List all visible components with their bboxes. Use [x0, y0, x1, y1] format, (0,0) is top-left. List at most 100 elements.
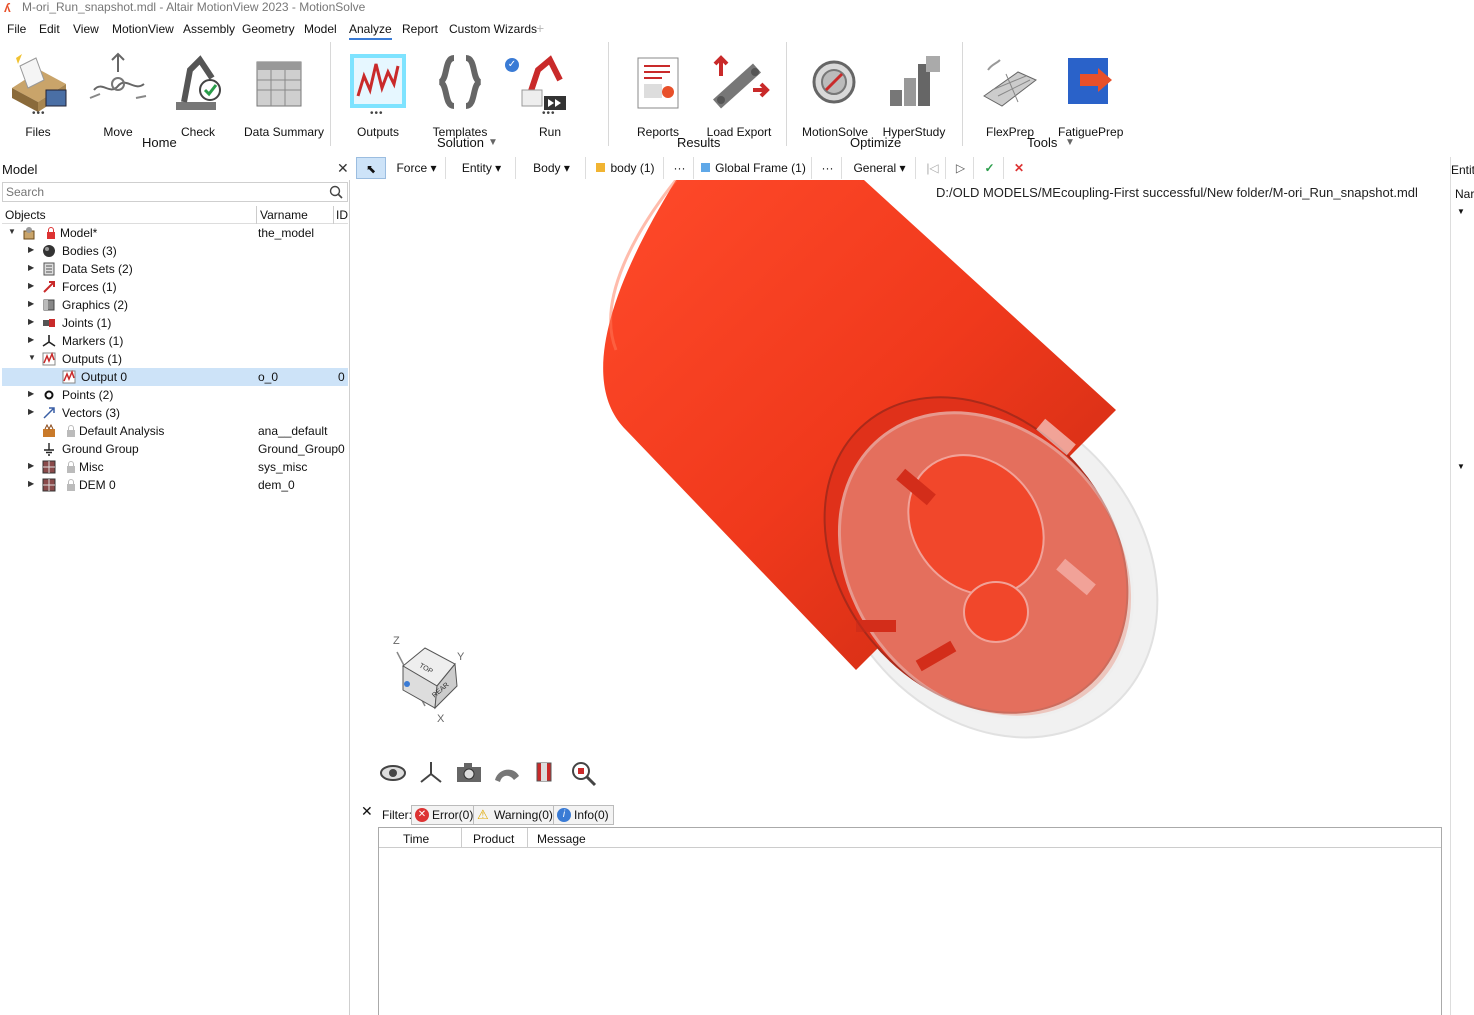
- tree-label: Markers (1): [62, 334, 124, 348]
- search-input[interactable]: [3, 183, 323, 201]
- menu-view[interactable]: View: [73, 22, 99, 36]
- section-cut-icon[interactable]: [492, 758, 522, 788]
- error-filter-button[interactable]: ✕ Error(0): [411, 805, 479, 825]
- tree-label: Model*: [60, 226, 98, 240]
- menu-motionview[interactable]: MotionView: [112, 22, 174, 36]
- expand-icon[interactable]: ▶: [28, 317, 34, 326]
- play-icon[interactable]: ▷: [948, 157, 974, 179]
- hyperstudy-tool[interactable]: HyperStudy: [882, 50, 946, 139]
- camera-icon[interactable]: [454, 758, 484, 788]
- tree-row-joints[interactable]: ▶ Joints (1): [2, 314, 348, 332]
- tree-row-outputs[interactable]: ▼ Outputs (1): [2, 350, 348, 368]
- fatigueprep-tool[interactable]: FatiguePrep: [1058, 50, 1123, 139]
- cancel-x-icon[interactable]: ✕: [1006, 157, 1032, 179]
- group-results-label: Results: [677, 135, 721, 150]
- tree-row-bodies[interactable]: ▶ Bodies (3): [2, 242, 348, 260]
- collapse-icon[interactable]: ▼: [1457, 462, 1465, 471]
- panel-splitter[interactable]: [349, 180, 350, 1015]
- tree-label: DEM 0: [79, 478, 116, 492]
- point-icon: [44, 390, 54, 400]
- expand-icon[interactable]: ▶: [28, 389, 34, 398]
- tree-row-datasets[interactable]: ▶ Data Sets (2): [2, 260, 348, 278]
- model-search: [2, 182, 348, 202]
- view-cube[interactable]: Z Y X TOP REAR: [385, 628, 475, 728]
- info-filter-button[interactable]: i Info(0): [553, 805, 614, 825]
- expand-icon[interactable]: ▶: [28, 479, 34, 488]
- templates-tool[interactable]: Templates: [428, 50, 492, 139]
- menu-custom-wizards[interactable]: Custom Wizards: [449, 22, 537, 36]
- entity-dropdown[interactable]: Entity ▾: [448, 157, 516, 179]
- menu-analyze[interactable]: Analyze: [349, 22, 392, 40]
- general-dropdown[interactable]: General ▾: [844, 157, 916, 179]
- expand-icon[interactable]: ▶: [28, 245, 34, 254]
- reports-tool[interactable]: Reports: [626, 50, 690, 139]
- tree-row-misc[interactable]: ▶ Misc sys_misc: [2, 458, 348, 476]
- expand-icon[interactable]: ▶: [28, 407, 34, 416]
- expand-icon[interactable]: ▶: [28, 281, 34, 290]
- close-messages-icon[interactable]: ✕: [361, 803, 373, 820]
- tree-row-markers[interactable]: ▶ Markers (1): [2, 332, 348, 350]
- col-id[interactable]: ID: [336, 208, 348, 222]
- col-time[interactable]: Time: [403, 832, 429, 846]
- expand-icon[interactable]: ▶: [28, 335, 34, 344]
- check-tool[interactable]: Check: [166, 50, 230, 139]
- data-summary-tool[interactable]: Data Summary: [244, 50, 324, 139]
- apply-check-icon[interactable]: ✓: [976, 157, 1004, 179]
- pick-cursor-icon[interactable]: ⬉: [356, 157, 386, 179]
- menu-model[interactable]: Model: [304, 22, 337, 36]
- tree-row-ground-group[interactable]: Ground Group Ground_Group 0: [2, 440, 348, 458]
- tree-row-output-0[interactable]: Output 0 o_0 0: [2, 368, 348, 386]
- menu-report[interactable]: Report: [402, 22, 438, 36]
- files-tool[interactable]: ••• Files: [6, 50, 70, 139]
- warning-filter-button[interactable]: ⚠ Warning(0): [473, 805, 558, 825]
- force-dropdown[interactable]: Force ▾: [388, 157, 446, 179]
- zoom-icon[interactable]: [568, 758, 598, 788]
- frame-more-button[interactable]: ···: [814, 157, 842, 179]
- eye-icon[interactable]: [378, 758, 408, 788]
- graphics-viewport[interactable]: [356, 180, 1446, 760]
- tools-dropdown-icon[interactable]: ▼: [1065, 137, 1075, 148]
- first-icon[interactable]: |◁: [920, 157, 946, 179]
- tree-row-forces[interactable]: ▶ Forces (1): [2, 278, 348, 296]
- lock-icon: [67, 461, 75, 473]
- move-tool[interactable]: Move: [86, 50, 150, 139]
- col-product[interactable]: Product: [473, 832, 514, 846]
- collapse-icon[interactable]: ▼: [1457, 207, 1465, 216]
- tree-label: Misc: [79, 460, 104, 474]
- motionsolve-tool[interactable]: MotionSolve: [802, 50, 868, 139]
- expand-icon[interactable]: ▶: [28, 263, 34, 272]
- menu-assembly[interactable]: Assembly: [183, 22, 235, 36]
- close-panel-icon[interactable]: ✕: [337, 160, 349, 177]
- tree-row-points[interactable]: ▶ Points (2): [2, 386, 348, 404]
- output-icon: [62, 370, 76, 384]
- add-tab-icon[interactable]: +: [536, 20, 544, 36]
- tree-row-model[interactable]: ▼ Model* the_model: [2, 224, 348, 242]
- body-more-button[interactable]: ···: [666, 157, 694, 179]
- load-export-tool[interactable]: Load Export: [704, 50, 774, 139]
- collapse-icon[interactable]: ▼: [8, 227, 16, 236]
- axes-icon[interactable]: [416, 758, 446, 788]
- menu-edit[interactable]: Edit: [39, 22, 60, 36]
- outputs-tool[interactable]: ••• Outputs: [346, 50, 410, 139]
- run-tool[interactable]: ••• Run: [506, 50, 582, 139]
- tree-row-default-analysis[interactable]: Default Analysis ana__default: [2, 422, 348, 440]
- tree-row-dem-0[interactable]: ▶ DEM 0 dem_0: [2, 476, 348, 494]
- col-message[interactable]: Message: [537, 832, 586, 846]
- body-collector[interactable]: body (1): [588, 157, 664, 179]
- box-select-icon[interactable]: [530, 758, 560, 788]
- tree-row-graphics[interactable]: ▶ Graphics (2): [2, 296, 348, 314]
- flexprep-tool[interactable]: FlexPrep: [978, 50, 1042, 139]
- expand-icon[interactable]: ▶: [28, 461, 34, 470]
- body-dropdown[interactable]: Body ▾: [518, 157, 586, 179]
- collapse-icon[interactable]: ▼: [28, 353, 36, 362]
- search-icon[interactable]: [329, 185, 343, 199]
- files-label: Files: [25, 125, 51, 139]
- col-objects[interactable]: Objects: [5, 208, 46, 222]
- solution-dropdown-icon[interactable]: ▼: [488, 137, 498, 148]
- expand-icon[interactable]: ▶: [28, 299, 34, 308]
- frame-collector[interactable]: Global Frame (1): [696, 157, 812, 179]
- menu-geometry[interactable]: Geometry: [242, 22, 295, 36]
- col-varname[interactable]: Varname: [260, 208, 308, 222]
- menu-file[interactable]: File: [7, 22, 26, 36]
- tree-row-vectors[interactable]: ▶ Vectors (3): [2, 404, 348, 422]
